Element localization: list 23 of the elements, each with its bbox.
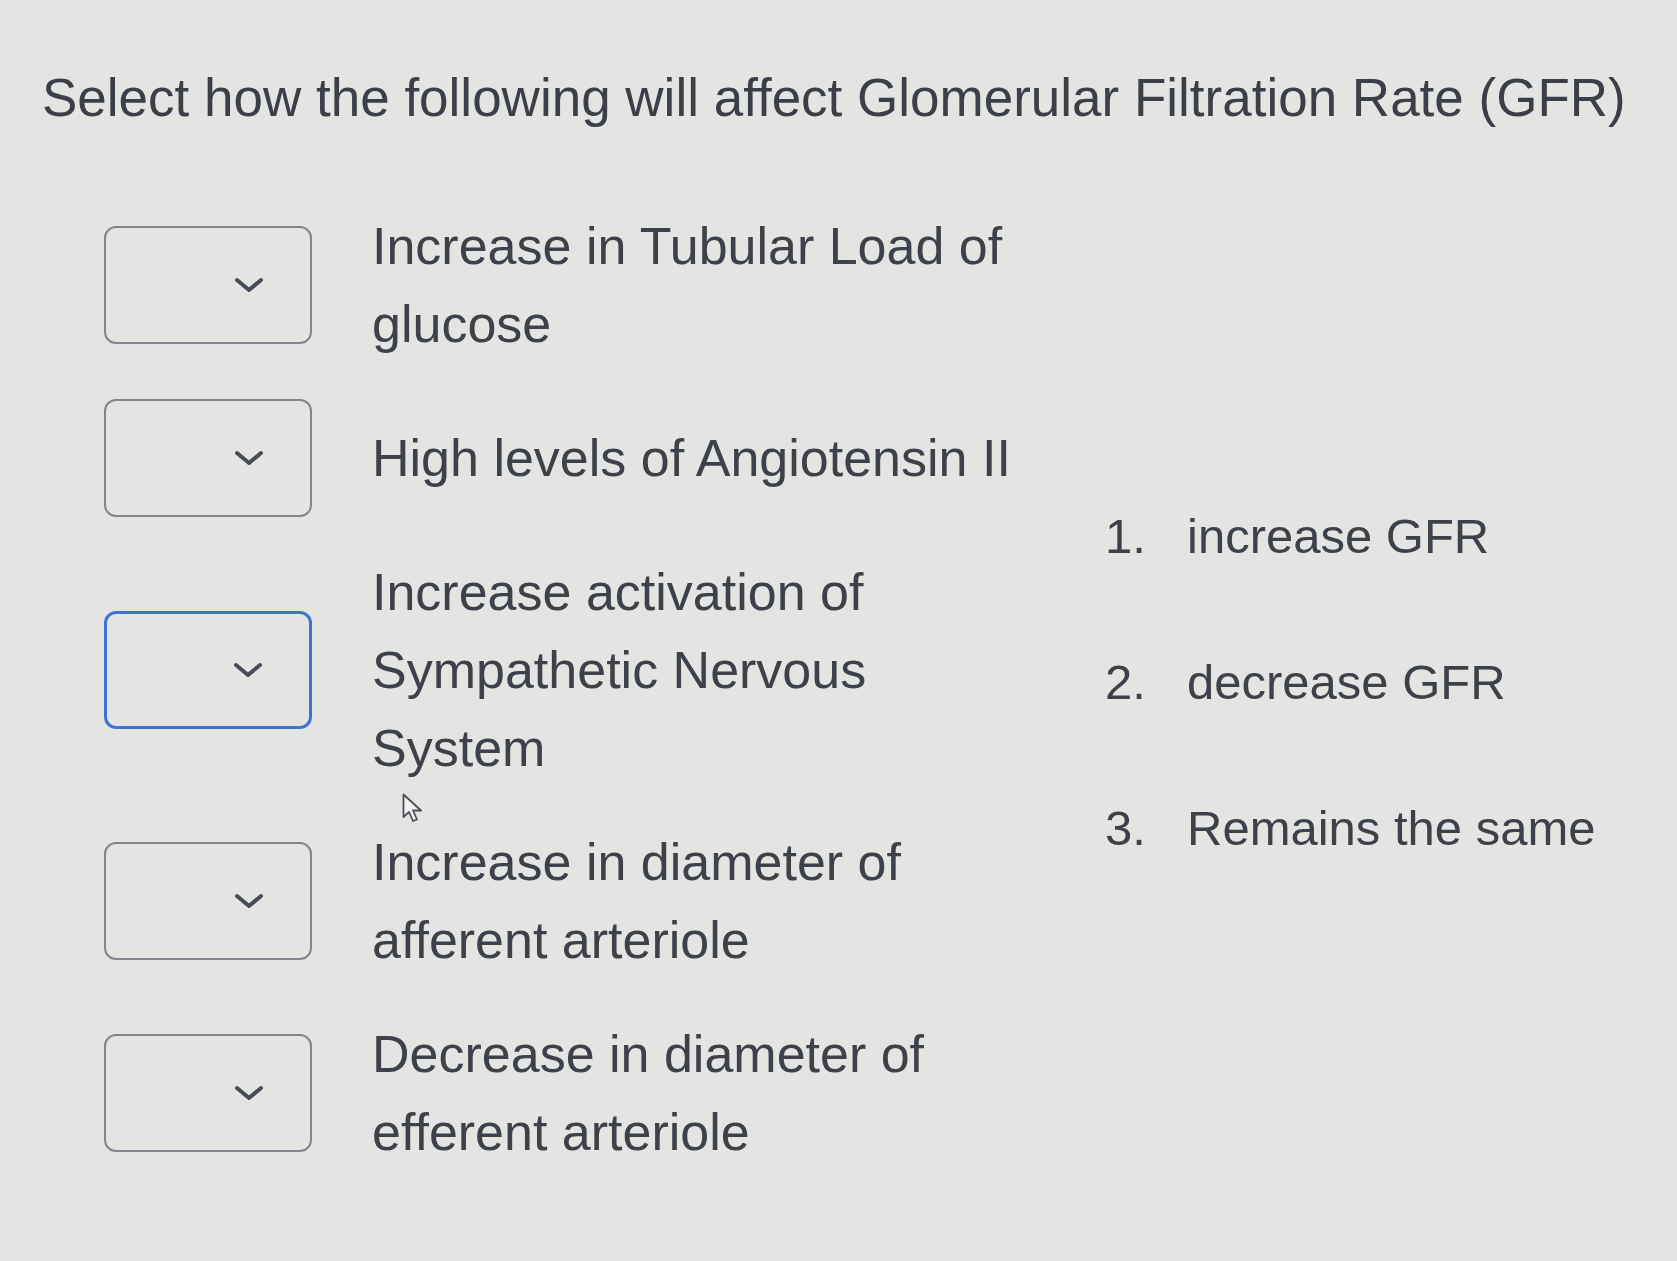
- statement-text: Decrease in diameter of efferent arteriole: [372, 1024, 926, 1163]
- statement-text: High levels of Angiotensin II: [372, 428, 1012, 489]
- question-prompt: Select how the following will affect Glomerular Filtration Rate (GFR): [42, 67, 1627, 129]
- chevron-down-icon: [233, 661, 263, 679]
- answer-dropdown[interactable]: [104, 611, 312, 729]
- statement-text: Increase in Tubular Load of glucose: [372, 216, 1004, 355]
- statement-text: Increase activation of Sympathetic Nervous System: [372, 562, 868, 779]
- answer-dropdown[interactable]: [104, 842, 312, 960]
- option-number: 1.: [1105, 508, 1147, 565]
- option-text: increase GFR: [1187, 508, 1490, 565]
- option-number: 2.: [1105, 654, 1147, 711]
- chevron-down-icon: [234, 276, 264, 294]
- chevron-down-icon: [234, 449, 264, 467]
- option-text: decrease GFR: [1187, 654, 1506, 711]
- option-number: 3.: [1105, 800, 1147, 857]
- mouse-pointer-icon: [402, 793, 424, 823]
- chevron-down-icon: [234, 1084, 264, 1102]
- statement-text: Increase in diameter of afferent arteriole: [372, 832, 902, 971]
- option-text: Remains the same: [1187, 800, 1596, 857]
- chevron-down-icon: [234, 892, 264, 910]
- answer-dropdown[interactable]: [104, 226, 312, 344]
- answer-dropdown[interactable]: [104, 1034, 312, 1152]
- answer-dropdown[interactable]: [104, 399, 312, 517]
